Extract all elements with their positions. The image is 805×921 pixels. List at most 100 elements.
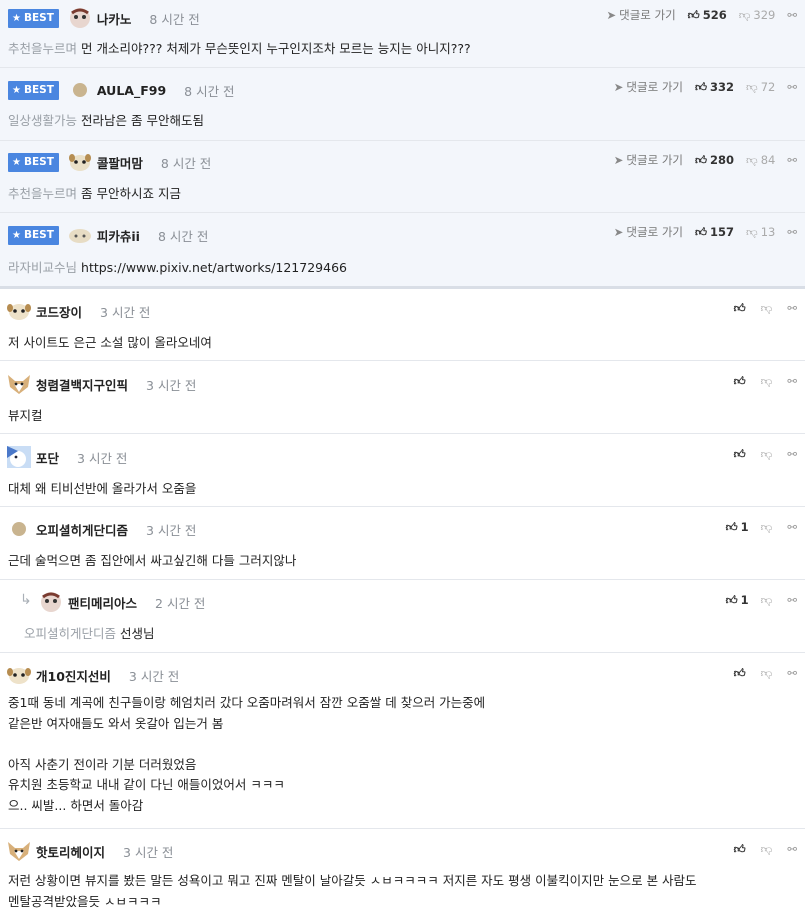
link-icon[interactable]: ⚯ [787, 520, 797, 534]
like-button[interactable]: 👍︎ [734, 447, 749, 462]
like-button[interactable]: 👍︎ 157 [695, 225, 734, 240]
thumbs-up-icon: 👍︎ [694, 224, 708, 239]
like-button[interactable]: 👍︎ [734, 842, 749, 857]
comment: 포단 3 시간 전 👍︎ 👎︎ ⚯ 대체 왜 티비선반에 올라가서 오줌을 [0, 434, 805, 507]
like-button[interactable]: 👍︎ [734, 301, 749, 316]
dislike-button[interactable]: 👎︎ 72 [746, 80, 775, 95]
nickname[interactable]: AULA_F99 [97, 83, 166, 98]
link-icon[interactable]: ⚯ [787, 153, 797, 167]
like-button[interactable]: 👍︎ 1 [726, 593, 749, 608]
nickname[interactable]: 핫토리헤이지 [36, 842, 105, 861]
comment: 코드장이 3 시간 전 👍︎ 👎︎ ⚯ 저 사이트도 은근 소설 많이 올라오네… [0, 289, 805, 361]
comment-body: 추천을누르며 좀 무안하시죠 지금 [8, 186, 181, 201]
thumbs-down-icon: 👎︎ [746, 224, 758, 239]
dislike-button[interactable]: 👎︎ [761, 520, 776, 535]
like-button[interactable]: 👍︎ 526 [688, 8, 727, 23]
pixiv-link[interactable]: https://www.pixiv.net/artworks/121729466 [81, 260, 347, 275]
timestamp: 3 시간 전 [128, 668, 180, 684]
dislike-button[interactable]: 👎︎ [761, 666, 776, 681]
thumbs-up-icon: 👍︎ [733, 446, 746, 461]
dislike-button[interactable]: 👎︎ [761, 593, 776, 608]
like-button[interactable]: 👍︎ 1 [726, 520, 749, 535]
nickname[interactable]: 콜팔머맘 [97, 153, 143, 172]
nickname[interactable]: 코드장이 [36, 302, 82, 321]
thumbs-down-icon: 👎︎ [738, 7, 751, 22]
link-icon[interactable]: ⚯ [787, 374, 797, 388]
avatar [6, 518, 32, 540]
like-button[interactable]: 👍︎ [734, 666, 749, 681]
comment-body: 저런 상황이면 뷰지를 봤든 말든 성욕이고 뭐고 진짜 멘탈이 날아갈듯 ㅅㅂ… [8, 873, 697, 909]
nickname[interactable]: 피카츄ii [97, 226, 140, 245]
best-comment: ★ BEST AULA_F99 8 시간 전 ➤ 댓글로 가기 👍︎ 332 👎︎ 72… [0, 68, 805, 141]
link-icon[interactable]: ⚯ [787, 80, 797, 94]
mention[interactable]: 라자비교수님 [8, 260, 77, 275]
thumbs-up-icon: 👍︎ [733, 841, 746, 856]
comment-body: 일상생활가능 전라남은 좀 무안해도됨 [8, 113, 204, 128]
dislike-button[interactable]: 👎︎ [761, 374, 776, 389]
link-icon[interactable]: ⚯ [787, 666, 797, 680]
dislike-button[interactable]: 👎︎ 84 [746, 153, 775, 168]
thumbs-up-icon: 👍︎ [733, 300, 746, 315]
link-icon[interactable]: ⚯ [787, 225, 797, 239]
timestamp: 8 시간 전 [184, 83, 235, 99]
nickname[interactable]: 오피셜히게단디즘 [36, 520, 128, 539]
nickname[interactable]: 포단 [36, 448, 59, 467]
avatar [6, 840, 32, 862]
thumbs-down-icon: 👎︎ [760, 519, 773, 534]
go-to-reply-link[interactable]: ➤ 댓글로 가기 [614, 152, 683, 168]
like-button[interactable]: 👍︎ 332 [695, 80, 734, 95]
avatar [67, 151, 93, 173]
timestamp: 3 시간 전 [123, 844, 174, 860]
star-icon: ★ [12, 229, 21, 241]
dislike-button[interactable]: 👎︎ 329 [739, 8, 776, 23]
dislike-button[interactable]: 👎︎ [761, 447, 776, 462]
comment-body: 추천을누르며 먼 개소리야??? 처제가 무슨뜻인지 누구인지조차 모르는 능지는… [8, 41, 471, 56]
thumbs-down-icon: 👎︎ [760, 300, 773, 315]
comment: 오피셜히게단디즘 3 시간 전 👍︎ 1 👎︎ ⚯ 근데 술먹으면 좀 집안에서 … [0, 507, 805, 580]
mention[interactable]: 추천을누르며 [8, 41, 77, 56]
go-to-reply-link[interactable]: ➤ 댓글로 가기 [614, 79, 683, 95]
dislike-button[interactable]: 👎︎ 13 [746, 225, 775, 240]
best-badge: ★ BEST [8, 8, 59, 28]
best-comment: ★ BEST 콜팔머맘 8 시간 전 ➤ 댓글로 가기 👍︎ 280 👎︎ 84 ⚯ 추… [0, 141, 805, 213]
comment: 청렴결백지구인픽 3 시간 전 👍︎ 👎︎ ⚯ 뷰지컬 [0, 361, 805, 434]
go-to-reply-link[interactable]: ➤ 댓글로 가기 [614, 224, 683, 240]
like-button[interactable]: 👍︎ 280 [695, 153, 734, 168]
thumbs-up-icon: 👍︎ [725, 592, 738, 607]
timestamp: 3 시간 전 [146, 522, 197, 538]
timestamp: 3 시간 전 [77, 450, 128, 466]
reply-comment: ↳ 팬티메리아스 2 시간 전 👍︎ 1 👎︎ ⚯ 오피셜히게단디즘 선생님 [0, 580, 805, 653]
best-comment: ★ BEST 나카노 8 시간 전 ➤ 댓글로 가기 👍︎ 526 👎︎ 329 ⚯ 추… [0, 0, 805, 68]
link-icon[interactable]: ⚯ [787, 593, 797, 607]
thumbs-down-icon: 👎︎ [760, 665, 773, 680]
link-icon[interactable]: ⚯ [787, 447, 797, 461]
comment-body: 근데 술먹으면 좀 집안에서 싸고싶긴해 다들 그러지않나 [8, 553, 297, 568]
thumbs-down-icon: 👎︎ [746, 152, 758, 167]
link-icon[interactable]: ⚯ [787, 8, 797, 22]
nickname[interactable]: 나카노 [97, 9, 132, 28]
link-icon[interactable]: ⚯ [787, 842, 797, 856]
reply-arrow-icon: ➤ [613, 80, 624, 94]
best-badge: ★ BEST [8, 225, 59, 245]
reply-arrow-icon: ➤ [606, 8, 617, 22]
mention[interactable]: 일상생활가능 [8, 113, 77, 128]
best-badge: ★ BEST [8, 80, 59, 100]
star-icon: ★ [12, 12, 21, 24]
nickname[interactable]: 팬티메리아스 [68, 593, 137, 612]
comment: 핫토리헤이지 3 시간 전 👍︎ 👎︎ ⚯ 저런 상황이면 뷰지를 봤든 말든 … [0, 829, 805, 921]
dislike-button[interactable]: 👎︎ [761, 301, 776, 316]
link-icon[interactable]: ⚯ [787, 301, 797, 315]
thumbs-up-icon: 👍︎ [687, 7, 700, 22]
mention[interactable]: 추천을누르며 [8, 186, 77, 201]
dislike-button[interactable]: 👎︎ [761, 842, 776, 857]
timestamp: 8 시간 전 [160, 155, 212, 171]
comment: 개10진지선비 3 시간 전 👍︎ 👎︎ ⚯ 중1때 동네 계곡에 친구들이랑 … [0, 653, 805, 829]
like-button[interactable]: 👍︎ [734, 374, 749, 389]
nickname[interactable]: 개10진지선비 [36, 666, 111, 685]
thumbs-up-icon: 👍︎ [694, 152, 708, 167]
nickname[interactable]: 청렴결백지구인픽 [36, 375, 128, 394]
mention[interactable]: 오피셜히게단디즘 [24, 626, 116, 641]
go-to-reply-link[interactable]: ➤ 댓글로 가기 [606, 7, 675, 23]
avatar [67, 7, 93, 29]
comment-body: 저 사이트도 은근 소설 많이 올라오네여 [8, 335, 212, 350]
